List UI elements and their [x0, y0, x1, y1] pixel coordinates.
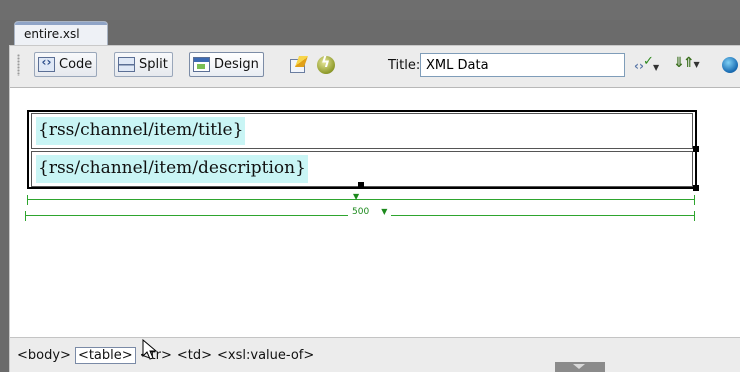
table-resize-handle-right[interactable] [693, 146, 699, 152]
live-data-icon [317, 55, 335, 74]
table-resize-handle-corner[interactable] [693, 185, 699, 191]
design-view-icon [193, 57, 210, 72]
tag-body[interactable]: <body> [16, 347, 72, 364]
split-view-label: Split [139, 57, 168, 72]
tag-selector-bar: <body> <table> <tr> <td> <xsl:value-of> [10, 337, 740, 372]
code-view-icon [38, 55, 55, 72]
tag-selector: <body> <table> <tr> <td> <xsl:value-of> [16, 347, 315, 364]
title-label: Title: [388, 58, 421, 73]
tag-xsl-value-of[interactable]: <xsl:value-of> [216, 347, 315, 364]
live-data-button[interactable] [316, 55, 336, 75]
document-panel: Code Split Design Title: ▼ ⇓⇑▼ {rss/chan… [9, 45, 740, 372]
code-view-button[interactable]: Code [34, 52, 98, 77]
split-view-button[interactable]: Split [114, 52, 173, 77]
split-view-icon [118, 57, 135, 72]
sort-dropdown-caret-icon: ▼ [693, 60, 699, 69]
window-top-strip [0, 0, 740, 20]
table-cell-title[interactable]: {rss/channel/item/title} [31, 113, 693, 149]
cell-resize-handle[interactable] [358, 182, 364, 188]
document-tab[interactable]: entire.xsl [14, 21, 108, 46]
sort-icon[interactable]: ⇓⇑▼ [673, 55, 700, 75]
table-width-value: 500 [352, 207, 370, 217]
tag-table[interactable]: <table> [74, 347, 136, 364]
design-view-label: Design [214, 57, 259, 72]
document-tab-label: entire.xsl [24, 27, 80, 41]
table-width-caret-icon: ▼ [381, 207, 388, 216]
xsl-value-title[interactable]: {rss/channel/item/title} [36, 117, 246, 145]
mouse-pointer-icon [142, 339, 158, 360]
xsl-table[interactable]: {rss/channel/item/title} {rss/channel/it… [27, 110, 699, 191]
panel-collapse-notch[interactable] [555, 362, 605, 372]
validate-icon[interactable]: ▼ [632, 54, 660, 74]
table-cell-description[interactable]: {rss/channel/item/description} [31, 151, 693, 188]
table-width-label[interactable]: 500 ▼ [348, 207, 392, 217]
code-view-label: Code [59, 57, 93, 72]
document-toolbar: Code Split Design Title: ▼ ⇓⇑▼ [10, 46, 740, 87]
live-view-button[interactable] [287, 55, 309, 75]
table-width-indicator[interactable]: ▼ 500 ▼ [25, 192, 695, 221]
tag-td[interactable]: <td> [176, 347, 213, 364]
toolbar-grip-handle[interactable] [17, 54, 20, 76]
browser-preview-icon[interactable] [722, 57, 738, 73]
document-title-input[interactable] [420, 53, 625, 77]
live-view-icon [288, 56, 308, 74]
validate-dropdown-caret-icon: ▼ [653, 63, 660, 72]
column-width-caret-icon[interactable]: ▼ [353, 192, 359, 201]
xsl-value-description[interactable]: {rss/channel/item/description} [36, 155, 308, 183]
design-view-button[interactable]: Design [189, 52, 264, 77]
design-view-canvas[interactable]: {rss/channel/item/title} {rss/channel/it… [10, 87, 740, 337]
